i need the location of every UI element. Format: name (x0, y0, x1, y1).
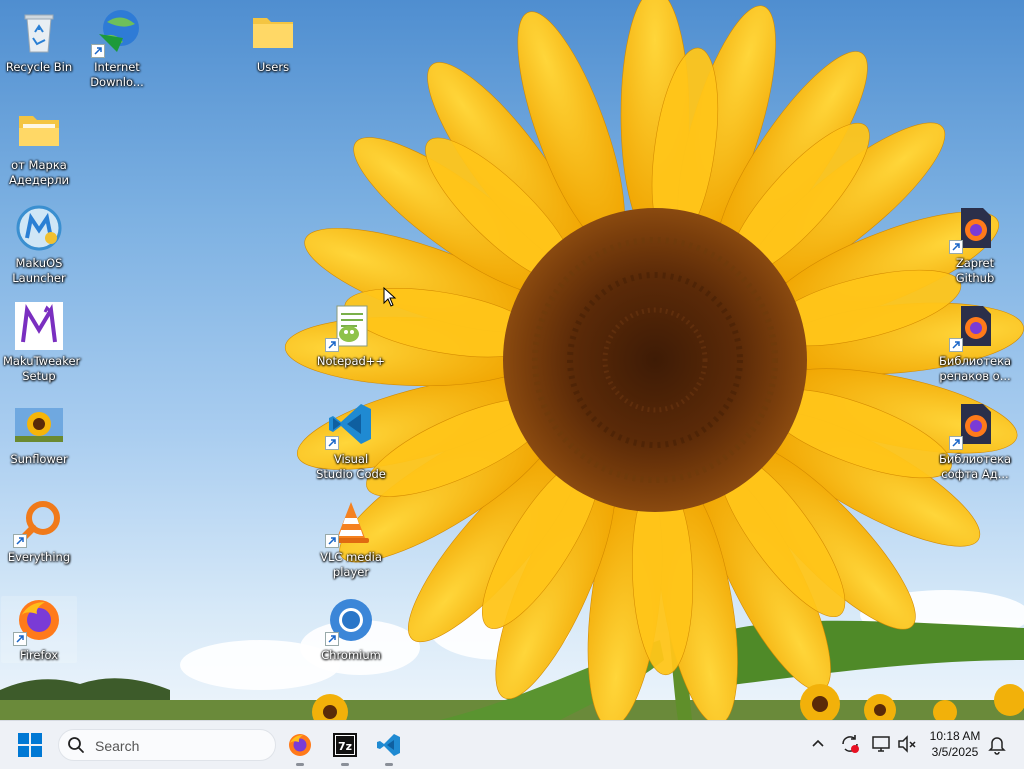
search-icon (68, 737, 84, 753)
notifications-button[interactable] (986, 733, 1008, 755)
firefox-icon (289, 734, 311, 756)
desktop-icon-makuos-launcher[interactable]: MakuOS Launcher (1, 204, 77, 286)
shortcut-arrow-icon (13, 534, 27, 548)
chevron-up-icon (812, 739, 824, 747)
running-indicator (296, 763, 304, 766)
shortcut-arrow-icon (949, 240, 963, 254)
makuos-launcher-icon (15, 204, 63, 252)
desktop-icon-label: Users (256, 60, 290, 74)
vscode-icon (377, 734, 400, 756)
desktop-icon-label: Internet Downlo... (90, 60, 144, 89)
desktop-icon-notepad-plus-plus[interactable]: Notepad++ (313, 302, 389, 369)
desktop-icon-folder-mark[interactable]: от Марка Адедерли (1, 106, 77, 188)
desktop-icon-internet-download-manager[interactable]: Internet Downlo... (79, 8, 155, 90)
desktop-icon-label: VLC media player (320, 550, 382, 579)
taskbar-app-7zip[interactable]: 7z (329, 729, 361, 766)
internet-download-manager-icon (91, 8, 141, 58)
desktop-icon-label: Notepad++ (316, 354, 386, 368)
clock-time: 10:18 AM (929, 729, 981, 743)
shortcut-arrow-icon (13, 632, 27, 646)
windows-logo-icon (18, 733, 42, 757)
running-indicator (385, 763, 393, 766)
firefox-icon (949, 400, 999, 450)
sunflower-wallpaper (0, 0, 1024, 720)
running-indicator (341, 763, 349, 766)
folder-icon (249, 8, 297, 56)
clock-date: 3/5/2025 (931, 745, 979, 759)
firefox-icon (949, 204, 999, 254)
desktop-icon-label: MakuTweaker Setup (3, 354, 81, 383)
shortcut-arrow-icon (949, 338, 963, 352)
vlc-icon (325, 498, 375, 548)
search-input[interactable] (93, 734, 267, 758)
desktop-icon-everything[interactable]: Everything (1, 498, 77, 565)
desktop-icon-library-repacks[interactable]: Библиотека репаков о... (937, 302, 1013, 384)
shortcut-arrow-icon (325, 436, 339, 450)
bell-icon (988, 737, 1006, 755)
tray-update-icon[interactable] (839, 733, 861, 755)
taskbar-app-firefox[interactable] (284, 729, 316, 766)
shortcut-arrow-icon (91, 44, 105, 58)
update-sync-icon (842, 735, 859, 753)
desktop-icon-label: от Марка Адедерли (8, 158, 70, 187)
mouse-pointer-icon (383, 287, 397, 307)
desktop-icon-firefox[interactable]: Firefox (1, 596, 77, 663)
image-icon (15, 400, 63, 448)
shortcut-arrow-icon (949, 436, 963, 450)
desktop-icon-label: Sunflower (10, 452, 68, 466)
desktop-icon-sunflower[interactable]: Sunflower (1, 400, 77, 467)
shortcut-arrow-icon (325, 338, 339, 352)
desktop-icon-library-software[interactable]: Библиотека софта Ад... (937, 400, 1013, 482)
desktop-icon-label: Библиотека репаков о... (939, 354, 1012, 383)
show-hidden-icons-button[interactable] (807, 733, 829, 755)
firefox-icon (949, 302, 999, 352)
desktop-icon-vscode[interactable]: Visual Studio Code (313, 400, 389, 482)
display-icon (872, 736, 890, 752)
desktop-icon-label: Библиотека софта Ад... (939, 452, 1012, 481)
svg-text:7z: 7z (338, 740, 352, 753)
desktop-icon-chromium[interactable]: Chromium (313, 596, 389, 663)
firefox-icon (13, 596, 63, 646)
desktop-icon-label: Recycle Bin (5, 60, 73, 74)
tray-volume-icon[interactable] (896, 733, 918, 755)
taskbar-app-vscode[interactable] (373, 729, 405, 766)
desktop[interactable]: Recycle Bin Internet Downlo... Users от … (0, 0, 1024, 720)
desktop-icon-makutweaker-setup[interactable]: MakuTweaker Setup (1, 302, 81, 384)
desktop-icon-label: Zapret Github (955, 256, 995, 285)
notepad-plus-plus-icon (325, 302, 375, 352)
desktop-icon-label: MakuOS Launcher (12, 256, 66, 285)
tray-network-icon[interactable] (870, 733, 892, 755)
taskbar-search-box[interactable] (58, 729, 276, 761)
desktop-icon-label: Firefox (19, 648, 59, 662)
desktop-icon-label: Visual Studio Code (316, 452, 386, 481)
7zip-icon: 7z (333, 733, 357, 757)
desktop-icon-recycle-bin[interactable]: Recycle Bin (1, 8, 77, 75)
desktop-icon-vlc[interactable]: VLC media player (313, 498, 389, 580)
desktop-icon-label: Chromium (321, 648, 381, 662)
taskbar: 7z 10:18 AM 3/5 (0, 720, 1024, 769)
recycle-bin-icon (15, 8, 63, 56)
everything-search-icon (13, 498, 63, 548)
shortcut-arrow-icon (325, 534, 339, 548)
chromium-icon (325, 596, 375, 646)
vscode-icon (325, 400, 375, 450)
desktop-icon-users[interactable]: Users (235, 8, 311, 75)
taskbar-clock[interactable]: 10:18 AM 3/5/2025 (920, 728, 990, 760)
volume-muted-icon (898, 735, 916, 753)
desktop-icon-zapret-github[interactable]: Zapret Github (937, 204, 1013, 286)
start-button[interactable] (16, 731, 48, 759)
folder-icon (15, 106, 63, 154)
shortcut-arrow-icon (325, 632, 339, 646)
desktop-icon-label: Everything (7, 550, 71, 564)
makutweaker-icon (15, 302, 63, 350)
